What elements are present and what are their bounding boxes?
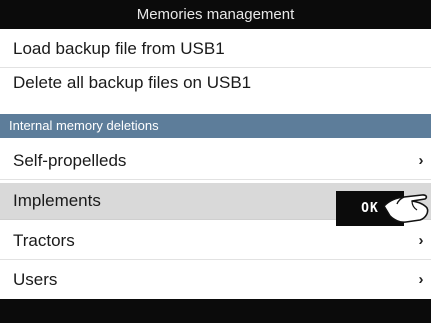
ok-button-label: OK <box>361 201 379 216</box>
menu-item-label: Implements <box>13 191 101 210</box>
delete-backups-label: Delete all backup files on USB1 <box>13 73 252 92</box>
menu-item-tractors[interactable]: Tractors › <box>0 223 431 260</box>
load-backup-item[interactable]: Load backup file from USB1 <box>0 31 431 68</box>
delete-backups-item[interactable]: Delete all backup files on USB1 <box>0 65 431 102</box>
pointing-hand-icon <box>383 194 429 223</box>
section-header-internal-memory: Internal memory deletions <box>0 114 431 138</box>
menu-item-label: Self-propelleds <box>13 151 127 170</box>
load-backup-label: Load backup file from USB1 <box>13 39 225 58</box>
chevron-right-icon: › <box>418 271 424 288</box>
chevron-right-icon: › <box>418 232 424 249</box>
menu-item-label: Users <box>13 270 58 289</box>
title-bar: Memories management <box>0 0 431 29</box>
menu-item-users[interactable]: Users › <box>0 262 431 299</box>
page-title: Memories management <box>136 6 295 23</box>
chevron-right-icon: › <box>418 152 424 169</box>
section-title: Internal memory deletions <box>9 118 159 133</box>
menu-item-label: Tractors <box>13 231 75 250</box>
footer-bar <box>0 299 431 323</box>
menu-item-self-propelleds[interactable]: Self-propelleds › <box>0 143 431 180</box>
